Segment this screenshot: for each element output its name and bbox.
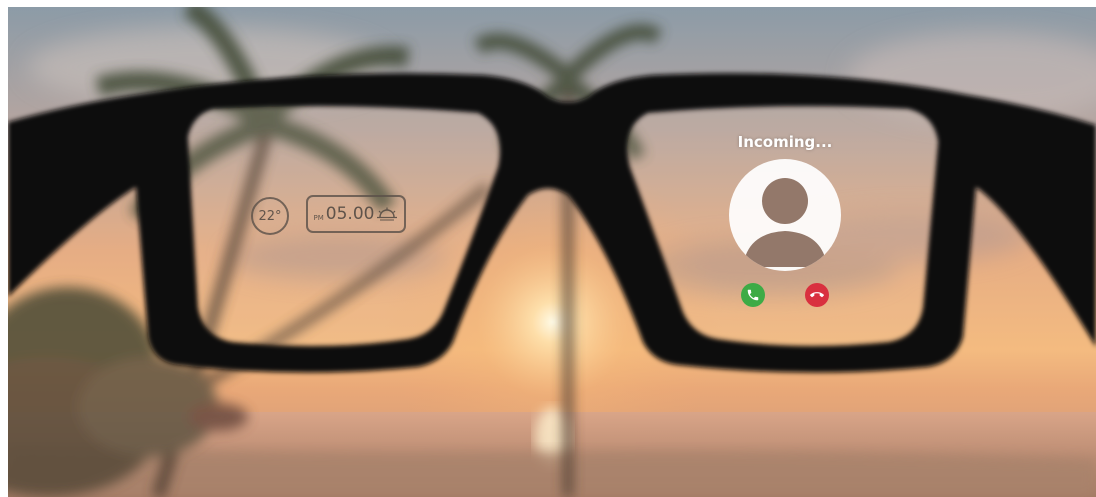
time-value: 05.00 xyxy=(325,204,375,224)
time-display: PM 05.00 xyxy=(306,195,406,233)
time-period: PM xyxy=(313,214,324,222)
temperature-value: 22° xyxy=(258,208,282,224)
incoming-call-label: Incoming... xyxy=(737,133,833,151)
person-icon xyxy=(743,178,827,267)
photo-scene: 22° PM 05.00 Incoming... xyxy=(8,7,1096,497)
sunset-beach-background xyxy=(8,7,1096,497)
caller-avatar xyxy=(729,159,841,271)
phone-accept-icon xyxy=(747,289,759,301)
phone-decline-icon xyxy=(810,292,824,298)
sunset-icon xyxy=(377,207,398,221)
accept-call-button[interactable] xyxy=(741,283,765,307)
temperature-badge: 22° xyxy=(251,197,289,235)
decline-call-button[interactable] xyxy=(805,283,829,307)
